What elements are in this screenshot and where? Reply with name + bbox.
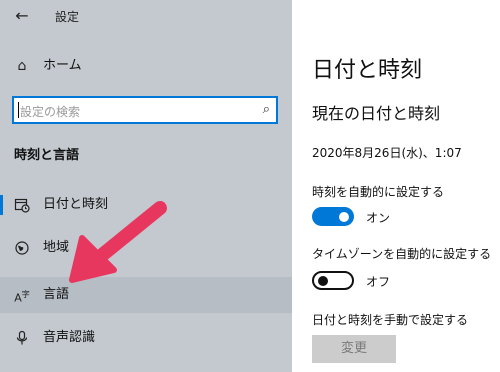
toggle-knob bbox=[339, 211, 349, 222]
page-title: 日付と時刻 bbox=[312, 58, 423, 83]
section-heading: 現在の日付と時刻 bbox=[312, 104, 441, 123]
auto-timezone-label: タイムゾーンを自動的に設定する bbox=[312, 247, 492, 261]
sidebar-item-label: ホーム bbox=[43, 58, 82, 73]
current-datetime: 2020年8月26日(水)、1:07 bbox=[312, 146, 462, 160]
text-caret bbox=[18, 102, 19, 118]
title-bar: ← 設定 bbox=[0, 0, 292, 34]
auto-timezone-state: オフ bbox=[366, 275, 391, 289]
auto-time-state: オン bbox=[366, 211, 391, 225]
language-icon: A字 bbox=[14, 290, 30, 305]
back-arrow-icon: ← bbox=[15, 6, 29, 25]
home-icon: ⌂ bbox=[17, 58, 27, 74]
manual-set-label: 日付と時刻を手動で設定する bbox=[312, 313, 469, 327]
search-input[interactable]: 設定の検索 bbox=[20, 103, 80, 120]
sidebar-item-home[interactable]: ⌂ ホーム bbox=[0, 48, 292, 84]
annotation-arrow bbox=[69, 201, 167, 283]
back-button[interactable]: ← bbox=[10, 5, 34, 27]
app-title: 設定 bbox=[55, 10, 80, 24]
section-title: 時刻と言語 bbox=[14, 148, 80, 163]
auto-time-label: 時刻を自動的に設定する bbox=[312, 185, 445, 199]
search-icon[interactable]: ⌕ bbox=[263, 102, 270, 117]
auto-timezone-toggle[interactable] bbox=[312, 271, 354, 290]
microphone-icon bbox=[14, 330, 30, 346]
main-content: 日付と時刻 現在の日付と時刻 2020年8月26日(水)、1:07 時刻を自動的… bbox=[292, 0, 500, 372]
sidebar-item-speech[interactable]: 音声認識 bbox=[0, 320, 292, 356]
auto-time-toggle[interactable] bbox=[312, 207, 354, 226]
toggle-knob bbox=[318, 275, 328, 286]
search-box[interactable]: 設定の検索 ⌕ bbox=[12, 96, 278, 124]
sidebar: ← 設定 ⌂ ホーム 設定の検索 ⌕ 時刻と言語 日付と時刻 地域 A字 言語 … bbox=[0, 0, 292, 372]
calendar-clock-icon bbox=[14, 197, 30, 213]
sidebar-item-label: 音声認識 bbox=[43, 330, 96, 345]
globe-icon bbox=[14, 240, 30, 256]
change-button[interactable]: 変更 bbox=[312, 335, 396, 363]
sidebar-item-label: 言語 bbox=[43, 287, 70, 302]
